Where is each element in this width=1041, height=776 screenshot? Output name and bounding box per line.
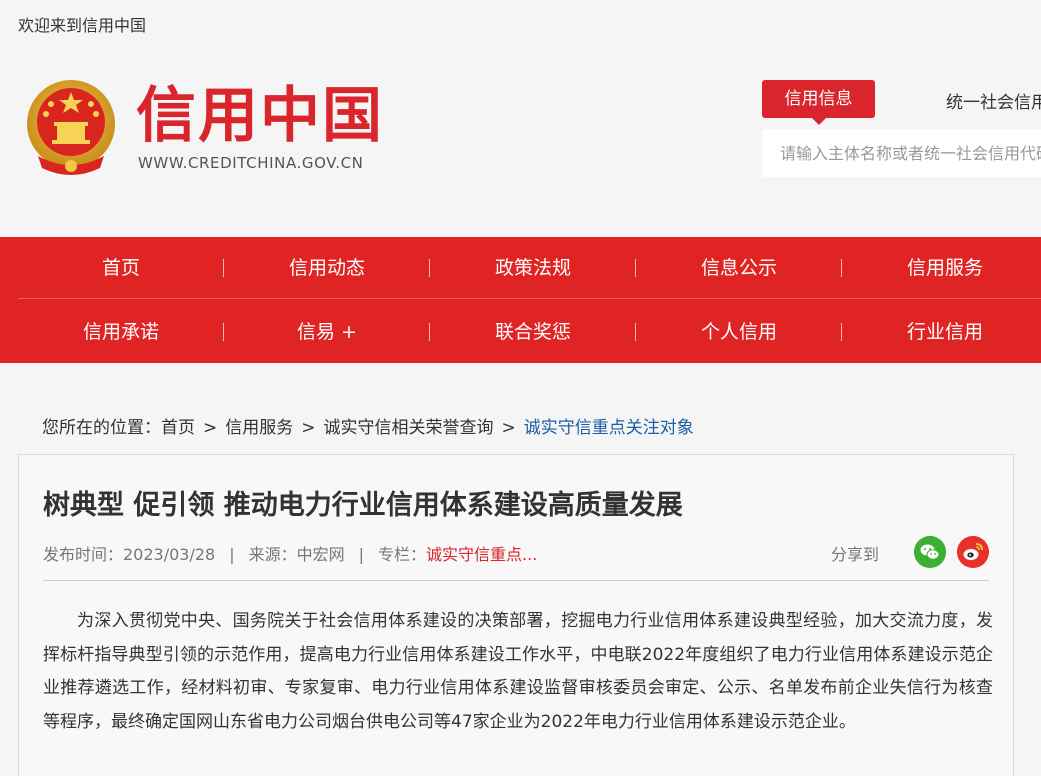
article-panel: 树典型 促引领 推动电力行业信用体系建设高质量发展 发布时间：2023/03/2…: [18, 454, 1014, 776]
breadcrumb-prefix: 您所在的位置：: [42, 418, 161, 438]
nav-item-credit-commitment[interactable]: 信用承诺: [18, 301, 224, 363]
breadcrumb: 您所在的位置：首页 > 信用服务 > 诚实守信相关荣誉查询 > 诚实守信重点关注对象: [42, 413, 694, 438]
nav-row-2: 信用承诺 信易 + 联合奖惩 个人信用 行业信用: [18, 301, 1041, 363]
meta-separator: |: [358, 545, 365, 564]
nav-item-credit-service[interactable]: 信用服务: [842, 237, 1041, 299]
nav-item-home[interactable]: 首页: [18, 237, 224, 299]
nav-item-personal-credit[interactable]: 个人信用: [636, 301, 842, 363]
column-label: 专栏：: [378, 545, 427, 564]
search-tab-credit-info[interactable]: 信用信息: [762, 80, 875, 125]
breadcrumb-separator: >: [501, 418, 516, 438]
publish-time: 发布时间：2023/03/28: [43, 545, 216, 564]
nav-item-policy[interactable]: 政策法规: [430, 237, 636, 299]
article-title: 树典型 促引领 推动电力行业信用体系建设高质量发展: [43, 490, 683, 521]
article-meta: 发布时间：2023/03/28 | 来源：中宏网 | 专栏：诚实守信重点...: [43, 541, 537, 565]
nav-item-joint-reward-punish[interactable]: 联合奖惩: [430, 301, 636, 363]
search-tab-credit-code[interactable]: 统一社会信用代码: [946, 88, 1041, 113]
column-link[interactable]: 诚实守信重点...: [426, 545, 537, 564]
nav-row-1: 首页 信用动态 政策法规 信息公示 信用服务: [18, 237, 1041, 299]
site-logo[interactable]: 信用中国 WWW.CREDITCHINA.GOV.CN: [24, 78, 404, 178]
meta-separator: |: [229, 545, 235, 564]
logo-url: WWW.CREDITCHINA.GOV.CN: [138, 154, 364, 172]
main-nav: 首页 信用动态 政策法规 信息公示 信用服务 信用承诺 信易 + 联合奖惩 个人…: [0, 237, 1041, 363]
wechat-icon[interactable]: [914, 536, 946, 568]
article-body: 为深入贯彻党中央、国务院关于社会信用体系建设的决策部署，挖掘电力行业信用体系建设…: [43, 611, 993, 732]
breadcrumb-separator: >: [203, 418, 218, 438]
article-source: 来源：中宏网: [248, 545, 345, 564]
breadcrumb-link-credit-service[interactable]: 信用服务: [225, 418, 293, 438]
nav-item-xinyi-plus[interactable]: 信易 +: [224, 301, 430, 363]
nav-item-credit-news[interactable]: 信用动态: [224, 237, 430, 299]
divider: [43, 580, 989, 581]
share-label: 分享到: [831, 545, 880, 564]
breadcrumb-link-honor-query[interactable]: 诚实守信相关荣誉查询: [324, 418, 494, 438]
breadcrumb-current[interactable]: 诚实守信重点关注对象: [524, 418, 694, 438]
breadcrumb-separator: >: [301, 418, 316, 438]
nav-item-industry-credit[interactable]: 行业信用: [842, 301, 1041, 363]
weibo-icon[interactable]: [957, 536, 989, 568]
nav-item-info-disclosure[interactable]: 信息公示: [636, 237, 842, 299]
search-input[interactable]: [762, 129, 1041, 177]
national-emblem-icon: [27, 80, 115, 175]
breadcrumb-link-home[interactable]: 首页: [161, 418, 195, 438]
welcome-text: 欢迎来到信用中国: [18, 16, 147, 35]
logo-title: 信用中国: [136, 81, 384, 151]
